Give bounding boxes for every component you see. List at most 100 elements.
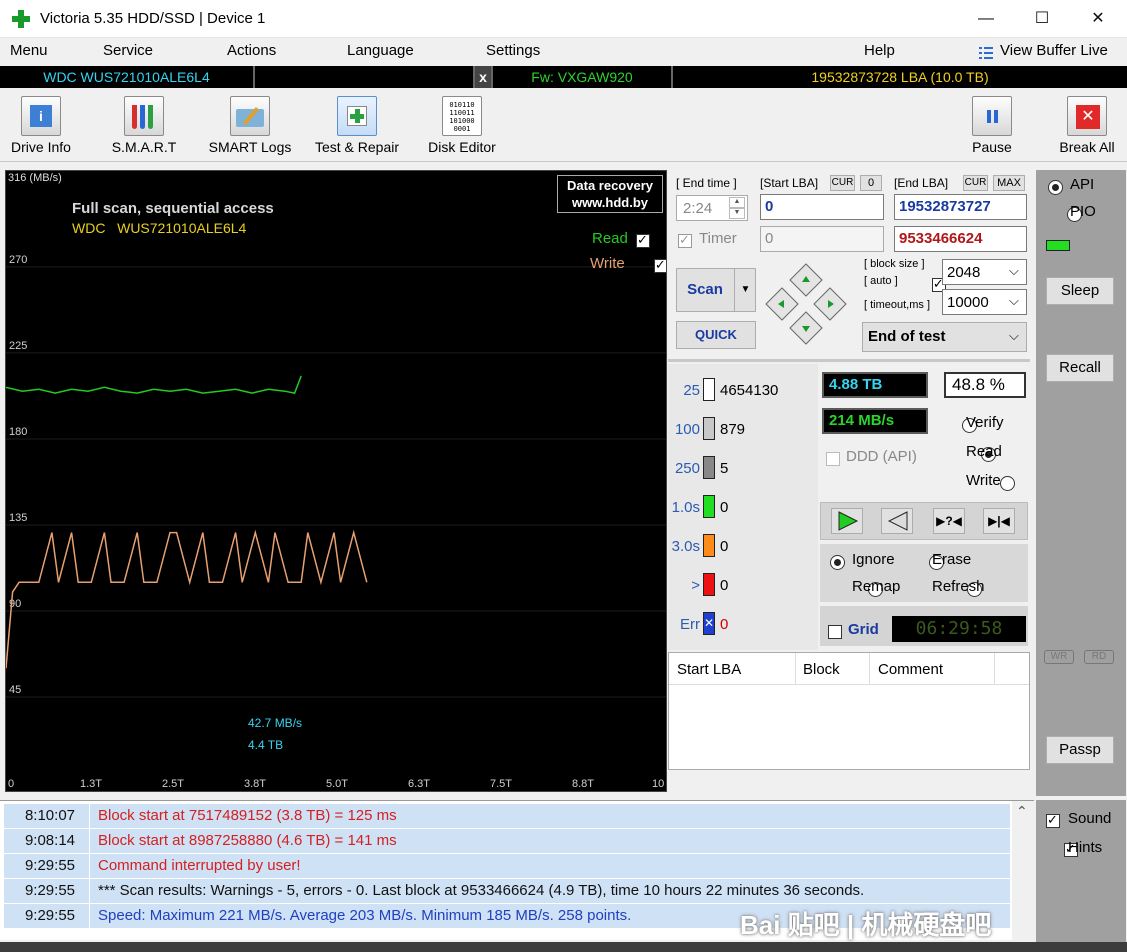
start-cur-button[interactable]: CUR bbox=[830, 175, 855, 191]
read-label: Read bbox=[966, 443, 1002, 460]
start-zero-button[interactable]: 0 bbox=[860, 175, 882, 191]
x-tick-label: 5.0T bbox=[326, 778, 348, 790]
end-lba-input[interactable]: 19532873727 bbox=[894, 194, 1027, 220]
col-start-lba[interactable]: Start LBA bbox=[677, 661, 741, 678]
smart-logs-button[interactable]: SMART Logs bbox=[204, 92, 296, 158]
read-legend-checkbox[interactable] bbox=[636, 232, 650, 249]
grid-checkbox[interactable] bbox=[828, 625, 842, 640]
graph-grid bbox=[6, 266, 666, 698]
device-model[interactable]: WDC WUS721010ALE6L4 bbox=[0, 66, 255, 88]
defect-table[interactable]: Start LBA Block Comment bbox=[668, 652, 1030, 770]
log-message: Block start at 8987258880 (4.6 TB) = 141… bbox=[98, 832, 397, 849]
log-message: Command interrupted by user! bbox=[98, 857, 301, 874]
baidu-watermark: Bai 贴吧 | 机械硬盘吧 bbox=[740, 910, 992, 940]
spin-down-button[interactable]: ▼ bbox=[729, 208, 745, 219]
sleep-button[interactable]: Sleep bbox=[1046, 277, 1114, 305]
test-repair-button[interactable]: Test & Repair bbox=[308, 92, 406, 158]
block-size-select[interactable]: 2048 ⌵ bbox=[942, 259, 1027, 285]
scan-button[interactable]: Scan bbox=[677, 269, 733, 311]
device-firmware: Fw: VXGAW920 bbox=[493, 66, 673, 88]
spin-up-button[interactable]: ▲ bbox=[729, 197, 745, 208]
disk-editor-button[interactable]: 010110 110011 101000 0001 Disk Editor bbox=[422, 92, 502, 158]
end-time-value: 2:24 bbox=[683, 200, 713, 217]
scan-dropdown-arrow-icon[interactable]: ▼ bbox=[734, 269, 756, 311]
maximize-button[interactable]: ☐ bbox=[1014, 0, 1070, 38]
timer-input[interactable]: 0 bbox=[760, 226, 884, 252]
end-action-select[interactable]: End of test ⌵ bbox=[862, 322, 1027, 352]
elapsed-clock: 06:29:58 bbox=[892, 616, 1026, 642]
timeout-select[interactable]: 10000 ⌵ bbox=[942, 289, 1027, 315]
latency-count: 0 bbox=[720, 616, 729, 633]
end-lba-label: [End LBA] bbox=[894, 176, 949, 190]
scroll-up-icon[interactable]: ⌃ bbox=[1016, 803, 1028, 820]
menu-service[interactable]: Service bbox=[103, 42, 153, 59]
erase-label: Erase bbox=[932, 551, 972, 568]
end-time-spinner[interactable]: 2:24 ▲ ▼ bbox=[676, 195, 748, 221]
block-size-label: [ block size ] bbox=[864, 258, 925, 270]
write-radio[interactable] bbox=[999, 475, 1015, 491]
timeout-value: 10000 bbox=[947, 294, 989, 311]
transport-controls: ▶?◀ ▶|◀ bbox=[820, 502, 1028, 540]
eject-device-button[interactable]: x bbox=[475, 66, 493, 88]
close-button[interactable]: ✕ bbox=[1070, 0, 1126, 38]
ddd-api-checkbox[interactable] bbox=[826, 452, 840, 467]
drive-ready-led bbox=[1046, 240, 1070, 251]
ignore-radio[interactable] bbox=[830, 554, 845, 570]
x-tick-label: 8.8T bbox=[572, 778, 594, 790]
log-entry[interactable]: 9:08:14 Block start at 8987258880 (4.6 TB… bbox=[4, 829, 1010, 854]
break-all-button[interactable]: ✕ Break All bbox=[1052, 92, 1122, 158]
pause-button[interactable]: Pause bbox=[962, 92, 1022, 158]
log-entry[interactable]: 8:10:07 Block start at 7517489152 (3.8 TB… bbox=[4, 804, 1010, 829]
latency-label: 25 bbox=[683, 382, 700, 399]
log-panel[interactable]: 8:10:07 Block start at 7517489152 (3.8 TB… bbox=[0, 800, 1034, 941]
end-max-button[interactable]: MAX bbox=[993, 175, 1025, 191]
col-block[interactable]: Block bbox=[803, 661, 840, 678]
sound-checkbox[interactable] bbox=[1046, 812, 1060, 829]
start-lba-input[interactable]: 0 bbox=[760, 194, 884, 220]
direction-pad[interactable] bbox=[764, 262, 848, 346]
log-scrollbar[interactable]: ⌃ bbox=[1012, 801, 1034, 941]
latency-count: 879 bbox=[720, 421, 746, 438]
log-entry[interactable]: 9:29:55 Command interrupted by user! bbox=[4, 854, 1010, 879]
read-legend-label: Read bbox=[592, 230, 628, 247]
timeout-label: [ timeout,ms ] bbox=[864, 299, 931, 311]
speed-graph[interactable]: 270 225 180 135 90 45 0 1.3T 2.5T 3.8T 5.0T 6.3T 7.… bbox=[5, 170, 667, 792]
passp-button[interactable]: Passp bbox=[1046, 736, 1114, 764]
log-time: 9:08:14 bbox=[4, 829, 90, 853]
timer-checkbox[interactable] bbox=[678, 232, 692, 249]
break-all-label: Break All bbox=[1059, 139, 1115, 155]
sound-label: Sound bbox=[1068, 810, 1112, 827]
play-backward-button[interactable] bbox=[881, 508, 913, 534]
menu-settings[interactable]: Settings bbox=[486, 42, 540, 59]
smart-button[interactable]: S.M.A.R.T bbox=[104, 92, 184, 158]
write-legend-label: Write bbox=[590, 255, 625, 272]
log-entry[interactable]: 9:29:55 *** Scan results: Warnings - 5, e… bbox=[4, 879, 1010, 904]
api-radio[interactable] bbox=[1048, 179, 1063, 195]
badge-line-2: www.hdd.by bbox=[571, 195, 649, 210]
minimize-button[interactable]: — bbox=[958, 0, 1014, 38]
latency-label: > bbox=[691, 577, 700, 594]
butterfly-seek-button[interactable]: ▶|◀ bbox=[983, 508, 1015, 534]
menu-language[interactable]: Language bbox=[347, 42, 414, 59]
menu-menu[interactable]: Menu bbox=[10, 42, 48, 59]
y-tick-label: 180 bbox=[9, 426, 27, 438]
latency-color-box bbox=[703, 417, 715, 440]
quick-button[interactable]: QUICK bbox=[676, 321, 756, 349]
col-comment[interactable]: Comment bbox=[878, 661, 943, 678]
current-speed-readout: 42.7 MB/s bbox=[248, 716, 303, 730]
random-seek-button[interactable]: ▶?◀ bbox=[933, 508, 965, 534]
test-tubes-icon bbox=[124, 96, 164, 136]
end-cur-button[interactable]: CUR bbox=[963, 175, 988, 191]
data-recovery-badge[interactable]: Data recovery www.hdd.by bbox=[557, 175, 663, 213]
view-buffer-live-button[interactable]: View Buffer Live bbox=[978, 42, 1118, 64]
current-lba-readout: 9533466624 bbox=[894, 226, 1027, 252]
menu-actions[interactable]: Actions bbox=[227, 42, 276, 59]
write-legend-checkbox[interactable] bbox=[653, 257, 666, 274]
pause-label: Pause bbox=[972, 139, 1012, 155]
play-forward-button[interactable] bbox=[831, 508, 863, 534]
drive-info-button[interactable]: i Drive Info bbox=[4, 92, 78, 158]
menu-help[interactable]: Help bbox=[864, 42, 895, 59]
y-tick-label: 270 bbox=[9, 254, 27, 266]
recall-button[interactable]: Recall bbox=[1046, 354, 1114, 382]
binary-line-1: 010110 bbox=[449, 101, 475, 109]
